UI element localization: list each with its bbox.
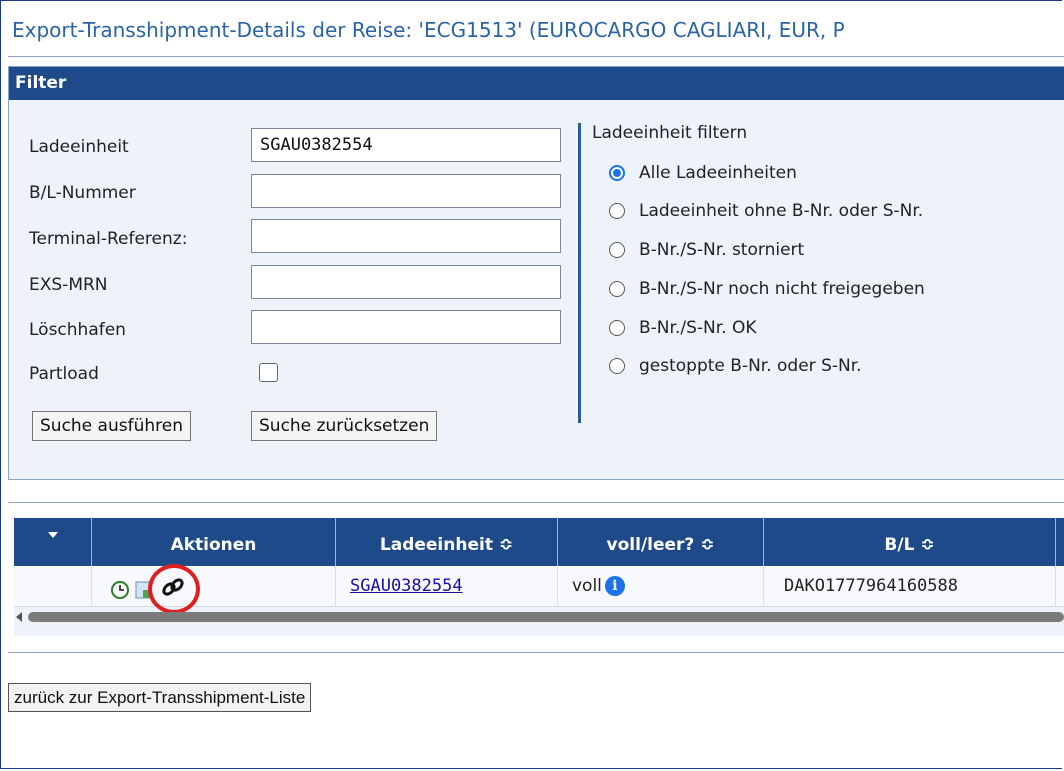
scroll-left-arrow-icon[interactable] [16,612,22,622]
column-bl[interactable]: B/L ≎ [764,518,1056,566]
terminal-referenz-label: Terminal-Referenz: [29,229,188,249]
radio-group-title: Ladeeinheit filtern [592,123,748,143]
reset-search-button[interactable]: Suche zurücksetzen [251,411,438,441]
radio-label: Alle Ladeeinheiten [639,163,797,183]
radio-button[interactable] [609,281,625,297]
results-grid: Aktionen Ladeeinheit ≎ voll/leer? ≎ B/L … [14,518,1064,636]
bl-nummer-label: B/L-Nummer [29,183,136,203]
column-menu-button[interactable] [14,518,92,566]
column-voll-leer[interactable]: voll/leer? ≎ [558,518,764,566]
radio-button-selected[interactable] [609,165,625,181]
loeschhafen-input[interactable] [251,310,561,344]
exs-mrn-label: EXS-MRN [29,275,108,295]
filter-panel: Filter Ladeeinheit SGAU0382554 B/L-Numme… [8,66,1064,480]
radio-button[interactable] [609,320,625,336]
filter-heading: Filter [9,67,1064,100]
scrollbar-thumb[interactable] [28,612,1064,622]
bl-cell: DAKO1777964160588 [764,566,1056,606]
filter-divider [578,123,581,423]
ladeeinheit-link[interactable]: SGAU0382554 [350,576,463,596]
column-aktionen: Aktionen [92,518,336,566]
ladeeinheit-input[interactable]: SGAU0382554 [251,128,561,162]
table-row: SGAU0382554 voll i DAKO1777964160588 [14,564,1064,614]
ladeeinheit-label: Ladeeinheit [29,137,129,157]
voll-leer-cell: voll i [558,566,764,606]
title-divider [8,56,1064,57]
terminal-referenz-input[interactable] [251,219,561,253]
radio-button[interactable] [609,203,625,219]
radio-label: B-Nr./S-Nr noch nicht freigegeben [639,279,925,299]
radio-button[interactable] [609,358,625,374]
actions-cell [92,564,336,614]
section-divider [8,502,1064,503]
row-select-cell [14,566,92,606]
section-divider [8,652,1064,653]
column-ladeeinheit[interactable]: Ladeeinheit ≎ [336,518,558,566]
caret-down-icon [47,532,58,538]
bl-nummer-input[interactable] [251,174,561,208]
search-button[interactable]: Suche ausführen [32,411,191,441]
highlight-circle [148,564,200,614]
ladeeinheit-cell: SGAU0382554 [336,566,558,606]
radio-label: Ladeeinheit ohne B-Nr. oder S-Nr. [639,201,924,221]
info-icon[interactable]: i [604,576,625,596]
voll-leer-value: voll [572,576,602,596]
partload-label: Partload [29,364,99,384]
radio-label: gestoppte B-Nr. oder S-Nr. [639,356,862,376]
loeschhafen-label: Löschhafen [29,320,126,340]
page-title: Export-Transshipment-Details der Reise: … [12,18,845,42]
radio-button[interactable] [609,242,625,258]
back-to-list-button[interactable]: zurück zur Export-Transshipment-Liste [8,683,312,712]
exs-mrn-input[interactable] [251,265,561,299]
clock-icon[interactable] [110,575,130,615]
horizontal-scrollbar[interactable] [14,610,1064,624]
radio-label: B-Nr./S-Nr. storniert [639,240,805,260]
radio-label: B-Nr./S-Nr. OK [639,318,757,338]
grid-header: Aktionen Ladeeinheit ≎ voll/leer? ≎ B/L … [14,518,1064,566]
partload-checkbox[interactable] [259,363,278,382]
